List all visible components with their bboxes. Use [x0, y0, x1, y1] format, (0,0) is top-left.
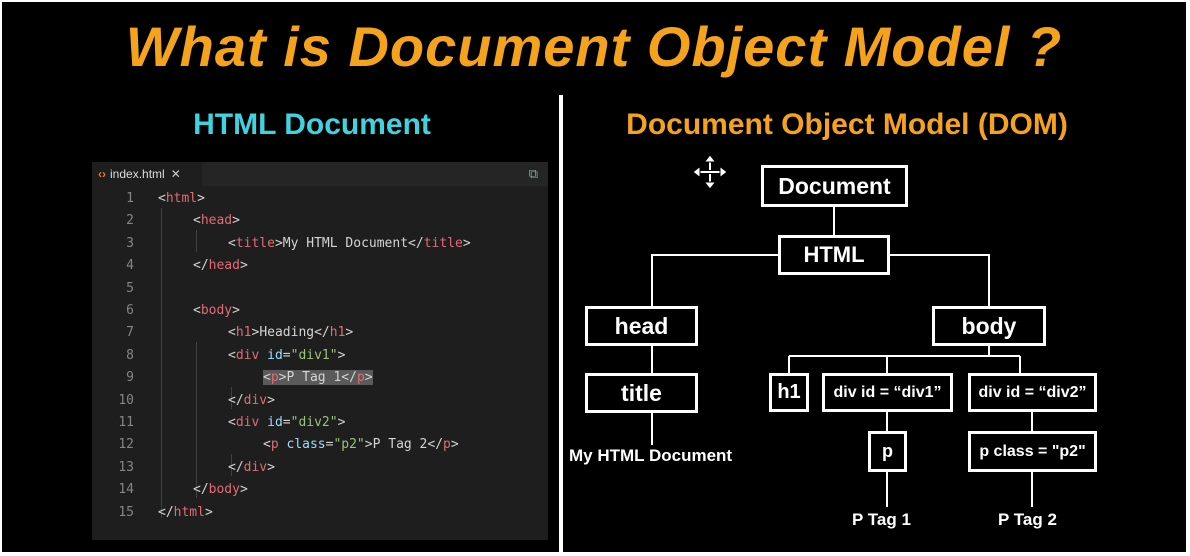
node-title: title: [585, 373, 698, 413]
move-cursor-icon: [692, 154, 728, 190]
connector-html-body: [890, 254, 990, 308]
text-node-title: My HTML Document: [569, 446, 733, 465]
node-html: HTML: [778, 235, 890, 275]
node-h1: h1: [769, 373, 809, 412]
slide: What is Document Object Model ? HTML Doc…: [2, 2, 1186, 552]
node-body: body: [932, 306, 1046, 346]
connector-html-head: [651, 254, 778, 308]
node-head: head: [585, 306, 698, 346]
text-node-p2: P Tag 2: [998, 510, 1057, 529]
node-div1: div id = “div1”: [822, 373, 953, 412]
node-div2: div id = “div2”: [968, 373, 1097, 412]
node-p1: p: [868, 431, 907, 472]
node-document: Document: [761, 165, 908, 207]
text-node-p1: P Tag 1: [852, 510, 911, 529]
node-p2: p class = "p2": [968, 431, 1097, 472]
